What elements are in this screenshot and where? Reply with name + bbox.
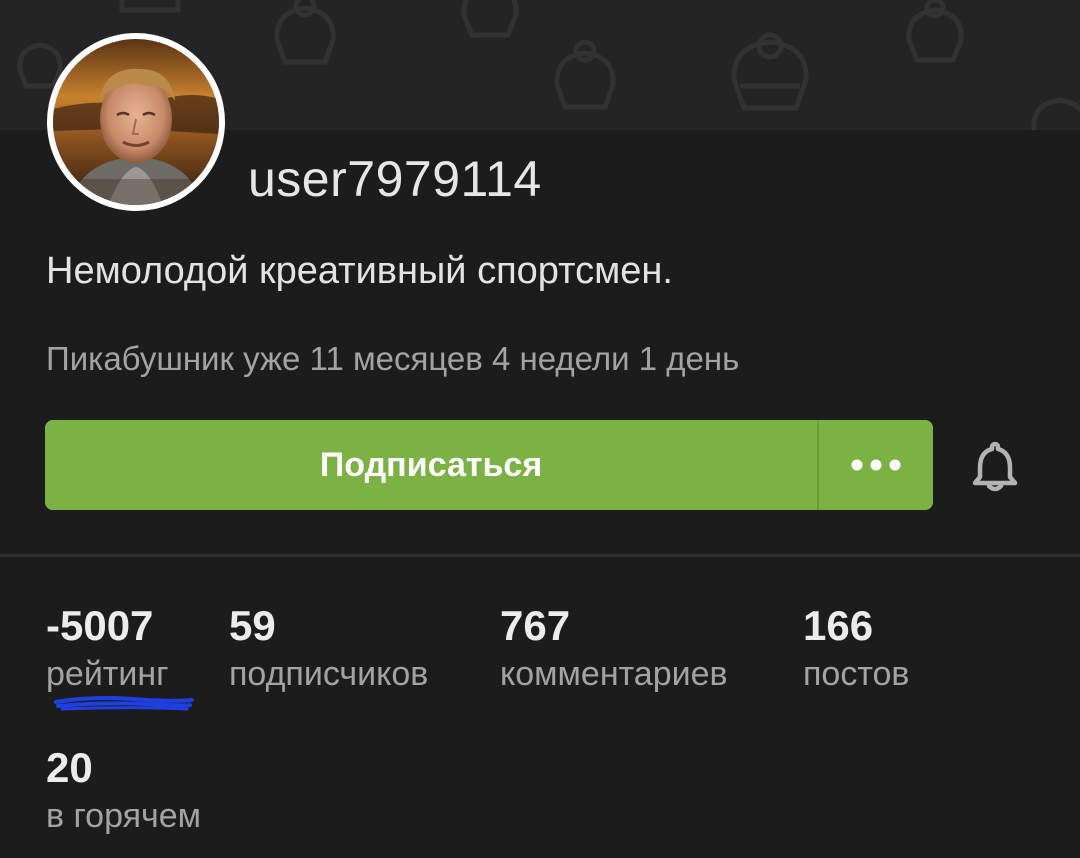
stat-rating[interactable]: -5007 рейтинг (46, 602, 169, 696)
stat-value: 166 (803, 602, 874, 649)
stat-label: подписчиков (229, 655, 429, 693)
avatar[interactable] (47, 33, 225, 211)
stat-value: 767 (500, 602, 571, 649)
blue-underline-annotation (54, 696, 194, 711)
more-dots-icon (851, 459, 901, 471)
profile-tenure: Пикабушник уже 11 месяцев 4 недели 1 ден… (46, 340, 740, 377)
stat-label: постов (803, 655, 910, 693)
profile-page: user7979114 Немолодой креативный спортсм… (0, 0, 1080, 858)
stat-posts[interactable]: 166 постов (803, 602, 909, 696)
notification-bell-button[interactable] (970, 440, 1020, 492)
profile-bio: Немолодой креативный спортсмен. (46, 250, 673, 292)
stat-label: комментариев (500, 655, 728, 693)
stat-hot[interactable]: 20 в горячем (46, 744, 201, 838)
bell-icon (972, 441, 1018, 492)
user-photo-icon (53, 39, 219, 205)
stat-subscribers[interactable]: 59 подписчиков (229, 602, 428, 696)
stat-label: рейтинг (46, 655, 169, 693)
avatar-photo (53, 39, 219, 205)
subscribe-button-group: Подписаться (45, 420, 933, 510)
stat-value: 59 (229, 602, 276, 649)
stat-value: -5007 (46, 602, 154, 649)
section-divider (0, 554, 1080, 557)
stat-comments[interactable]: 767 комментариев (500, 602, 728, 696)
stat-label: в горячем (46, 797, 202, 835)
more-options-button[interactable] (819, 420, 933, 510)
stat-value: 20 (46, 744, 93, 791)
subscribe-button[interactable]: Подписаться (45, 420, 819, 510)
username: user7979114 (248, 151, 542, 207)
